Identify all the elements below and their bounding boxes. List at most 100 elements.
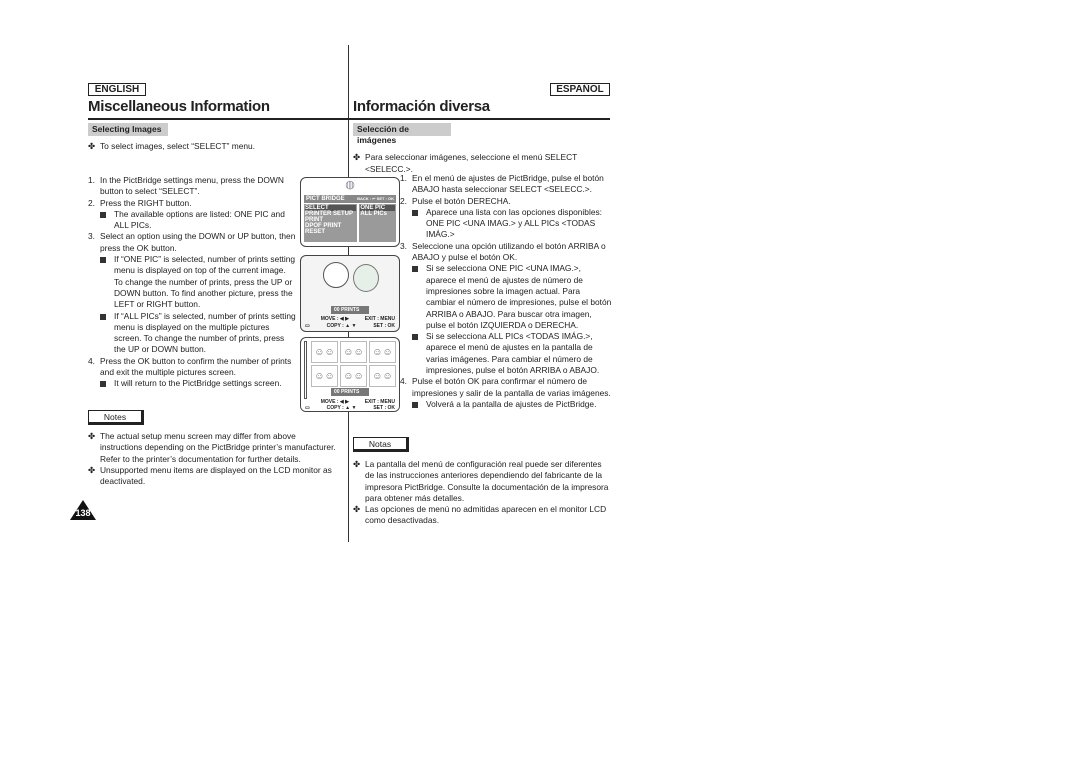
prints-count: 00: [334, 389, 340, 395]
step-number: 1.: [400, 173, 407, 183]
steps-en: 1. In the PictBridge settings menu, press…: [88, 175, 296, 390]
language-label-espanol: ESPAÑOL: [550, 83, 610, 96]
thumbnail-grid: ☺☺ ☺☺ ☺☺ ☺☺ ☺☺ ☺☺: [311, 341, 396, 387]
scrollbar: [304, 341, 307, 399]
thumbnail: ☺☺: [311, 365, 338, 387]
step-item: 3. Select an option using the DOWN or UP …: [88, 231, 296, 254]
step-number: 1.: [88, 175, 95, 185]
menu-item: RESET: [305, 229, 326, 235]
exit-hint: EXIT : MENU: [364, 316, 395, 322]
battery-icon: ▭: [305, 405, 310, 411]
intro-en: ✤ To select images, select “SELECT” menu.: [88, 141, 255, 151]
set-hint: SET : OK: [376, 196, 394, 201]
step-sub-text: If “ONE PIC” is selected, number of prin…: [114, 254, 296, 310]
menu-items: SELECT PRINTER SETUP PRINT DPOF PRINT RESET: [304, 204, 357, 242]
section-heading-es: Selección de imágenes: [353, 123, 451, 145]
bullet-icon: [412, 209, 418, 216]
step-item: 2. Press the RIGHT button.: [88, 198, 296, 209]
step-sub-item: Si se selecciona ALL PICs <TODAS IMÁG.>,…: [400, 331, 612, 376]
step-item: 2. Pulse el botón DERECHA.: [400, 196, 612, 207]
step-text: Select an option using the DOWN or UP bu…: [100, 231, 296, 253]
bullet-icon: [100, 257, 106, 264]
thumbnail: ☺☺: [369, 341, 396, 363]
bullet-icon: [412, 266, 418, 273]
bullet-icon: [100, 313, 106, 320]
step-text: Press the RIGHT button.: [100, 197, 192, 208]
bullet-icon: ✤: [88, 431, 96, 441]
note-item: ✤ The actual setup menu screen may differ…: [88, 431, 340, 465]
menu-title: PICT BRIDGE: [306, 196, 345, 202]
note-text: Las opciones de menú no admitidas aparec…: [365, 504, 607, 526]
note-item: ✤ Unsupported menu items are displayed on…: [88, 465, 340, 488]
language-label-english: ENGLISH: [88, 83, 146, 96]
bullet-icon: [412, 334, 418, 341]
thumbnail: ☺☺: [311, 341, 338, 363]
step-number: 2.: [400, 195, 407, 206]
prints-count: 00: [334, 307, 340, 313]
thumbnail: ☺☺: [340, 365, 367, 387]
step-item: 4. Pulse el botón OK para confirmar el nú…: [400, 376, 612, 399]
lcd-all-pics: ☺☺ ☺☺ ☺☺ ☺☺ ☺☺ ☺☺ 00 PRINTS MOVE : ◀ ▶ EXIT : …: [300, 337, 400, 412]
bullet-icon: [412, 401, 418, 408]
title-rule: [88, 118, 610, 120]
note-item: ✤ Las opciones de menú no admitidas apare…: [353, 504, 611, 527]
notes-label-es: Notas: [353, 437, 409, 452]
note-text: The actual setup menu screen may differ …: [100, 431, 336, 464]
bullet-icon: [100, 211, 106, 218]
step-text: Press the OK button to confirm the numbe…: [100, 355, 292, 378]
step-sub-text: The available options are listed: ONE PI…: [114, 208, 285, 231]
step-sub-item: Si se selecciona ONE PIC <UNA IMAG.>, ap…: [400, 263, 612, 331]
step-item: 4. Press the OK button to confirm the num…: [88, 356, 296, 379]
prints-label: PRINTS: [340, 389, 360, 395]
bullet-icon: ✤: [353, 504, 361, 515]
thumbnail: ☺☺: [369, 365, 396, 387]
step-text: Seleccione una opción utilizando el botó…: [412, 240, 606, 263]
back-hint: BACK : ↩: [357, 196, 376, 201]
step-sub-item: If “ALL PICs” is selected, number of pri…: [88, 311, 296, 356]
move-hint: MOVE : ◀ ▶: [320, 316, 349, 322]
notes-es: ✤ La pantalla del menú de configuración r…: [353, 459, 611, 527]
lcd-pictbridge-menu: ◍ PICT BRIDGE BACK : ↩ SET : OK SELECT PR…: [300, 177, 400, 247]
battery-icon: ▭: [305, 323, 310, 329]
step-number: 3.: [400, 240, 407, 251]
step-sub-item: The available options are listed: ONE PI…: [88, 209, 296, 232]
prints-label: PRINTS: [340, 307, 360, 313]
step-text: In the PictBridge settings menu, press t…: [100, 175, 284, 197]
step-sub-text: If “ALL PICs” is selected, number of pri…: [114, 310, 296, 355]
step-number: 2.: [88, 197, 95, 208]
set-hint: SET : OK: [373, 405, 395, 411]
step-text: Pulse el botón DERECHA.: [412, 195, 511, 206]
notes-label-en: Notes: [88, 410, 144, 425]
step-number: 3.: [88, 231, 95, 242]
intro-es: ✤ Para seleccionar imágenes, seleccione e…: [353, 152, 578, 174]
bullet-icon: ✤: [353, 459, 361, 469]
note-text: Unsupported menu items are displayed on …: [100, 464, 332, 487]
pictbridge-icon: ◍: [345, 179, 355, 191]
illustration-boy: [323, 262, 349, 288]
step-sub-text: It will return to the PictBridge setting…: [114, 378, 282, 389]
step-sub-text: Si se selecciona ONE PIC <UNA IMAG.>, ap…: [426, 263, 612, 330]
step-sub-text: Volverá a la pantalla de ajustes de Pict…: [426, 398, 597, 409]
section-heading-en: Selecting Images: [88, 123, 168, 136]
step-sub-item: It will return to the PictBridge setting…: [88, 378, 296, 389]
note-text: La pantalla del menú de configuración re…: [365, 459, 609, 503]
copy-hint: COPY : ▲ ▼: [326, 323, 357, 329]
step-number: 4.: [400, 376, 407, 387]
step-sub-text: Si se selecciona ALL PICs <TODAS IMÁG.>,…: [426, 331, 600, 376]
step-sub-text: Aparece una lista con las opciones dispo…: [426, 206, 602, 240]
lcd-one-pic: 00 PRINTS MOVE : ◀ ▶ EXIT : MENU ▭ COPY : …: [300, 255, 400, 332]
step-text: Pulse el botón OK para confirmar el núme…: [412, 376, 611, 398]
page-title-en: Miscellaneous Information: [88, 98, 270, 115]
step-sub-item: Volverá a la pantalla de ajustes de Pict…: [400, 399, 612, 410]
step-sub-item: Aparece una lista con las opciones dispo…: [400, 207, 612, 241]
copy-hint: COPY : ▲ ▼: [326, 405, 357, 411]
step-item: 1. En el menú de ajustes de PictBridge, p…: [400, 173, 612, 196]
menu-option: ALL PICs: [360, 211, 387, 217]
bullet-icon: ✤: [88, 464, 96, 475]
note-item: ✤ La pantalla del menú de configuración r…: [353, 459, 611, 504]
step-number: 4.: [88, 355, 95, 366]
bullet-icon: [100, 381, 106, 388]
page-number: 138: [75, 508, 91, 518]
thumbnail: ☺☺: [340, 341, 367, 363]
notes-en: ✤ The actual setup menu screen may differ…: [88, 431, 340, 487]
